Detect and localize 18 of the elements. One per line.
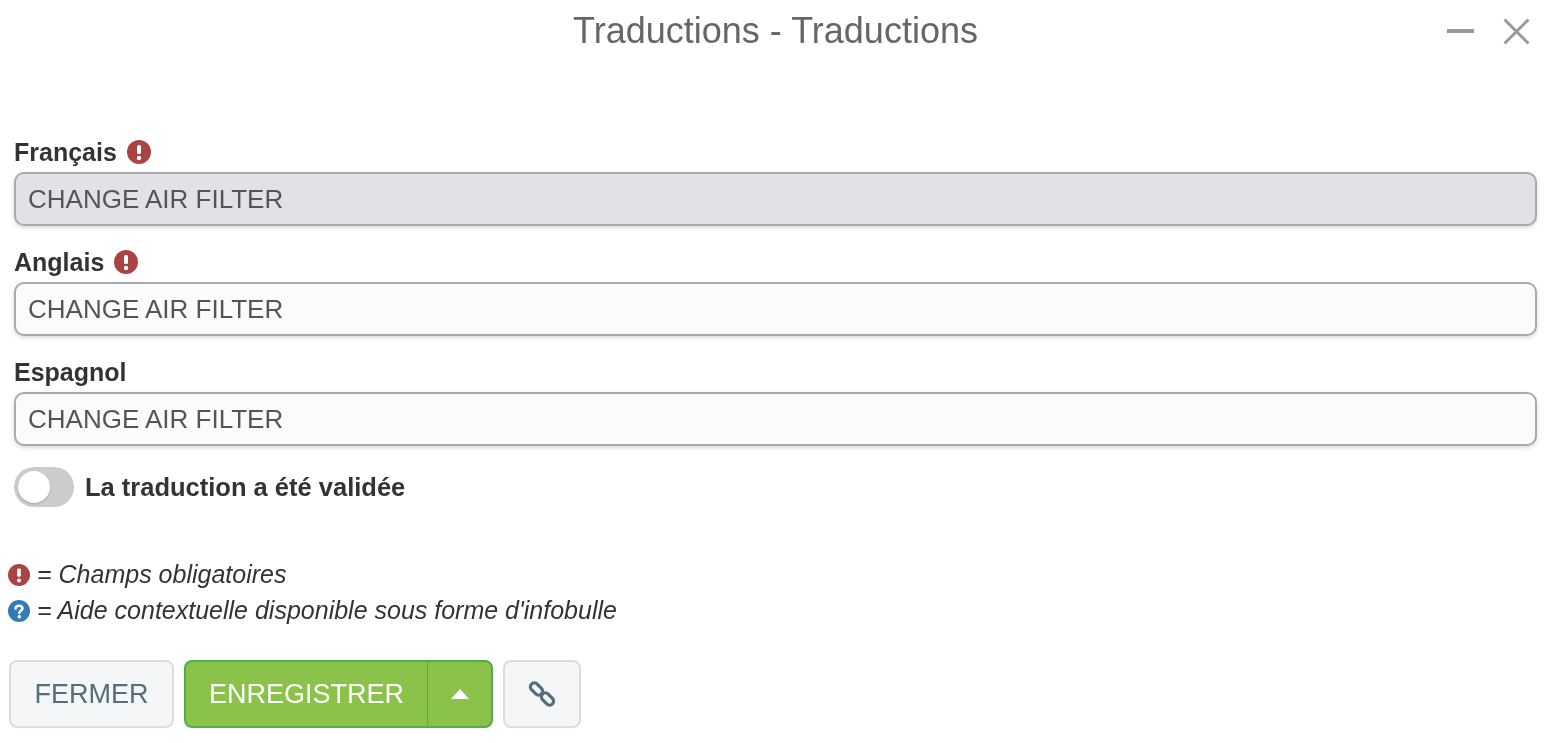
legend-text: = Champs obligatoires [37, 559, 287, 591]
toggle-switch[interactable] [14, 467, 74, 507]
help-icon [8, 600, 30, 622]
close-button[interactable]: FERMER [9, 660, 174, 728]
chain-link-icon [528, 680, 556, 708]
window-title: Traductions - Traductions [573, 9, 978, 53]
text-field[interactable]: CHANGE AIR FILTER [14, 392, 1537, 446]
legend-text: = Aide contextuelle disponible sous forme d'infobulle [37, 595, 617, 627]
link-button[interactable] [503, 660, 581, 728]
field-label: Anglais [14, 247, 105, 277]
required-icon [8, 564, 30, 586]
toggle-label: La traduction a été validée [85, 471, 406, 503]
text-field[interactable]: CHANGE AIR FILTER [14, 282, 1537, 336]
dropdown-toggle-button[interactable] [427, 660, 493, 728]
caret-up-icon [450, 689, 469, 699]
field-label: Français [14, 137, 117, 167]
field-label: Espagnol [14, 357, 127, 387]
close-icon[interactable] [1503, 17, 1530, 45]
